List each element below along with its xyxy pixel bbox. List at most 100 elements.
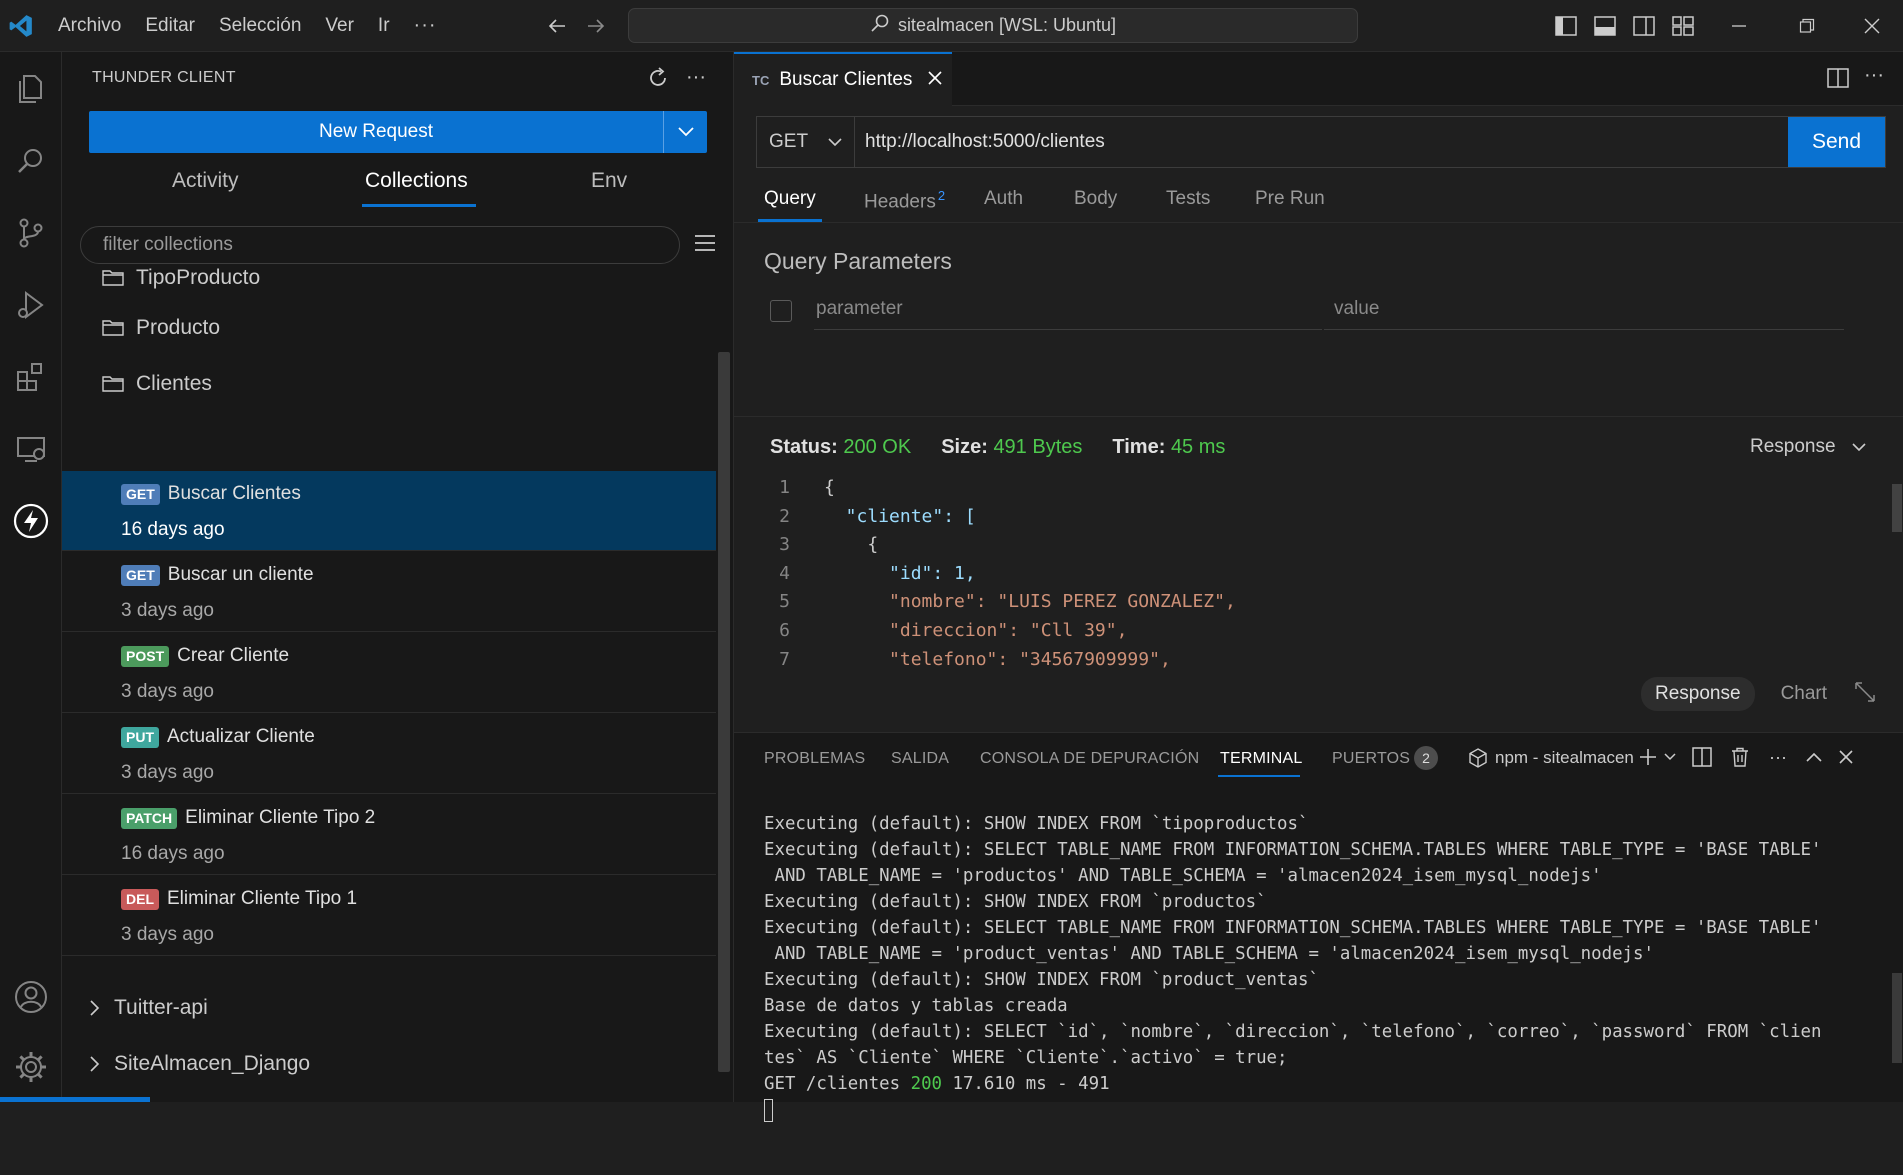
tab-consola-depuracion[interactable]: CONSOLA DE DEPURACIÓN bbox=[980, 750, 1199, 768]
chevron-down-icon[interactable] bbox=[1656, 743, 1684, 771]
response-view-button[interactable]: Response bbox=[1641, 677, 1755, 711]
terminal-output[interactable]: Executing (default): SHOW INDEX FROM `ti… bbox=[764, 785, 1894, 1175]
menu-ir[interactable]: Ir bbox=[366, 0, 402, 52]
terminal-line: Executing (default): SHOW INDEX FROM `pr… bbox=[764, 970, 1319, 990]
terminal-selector[interactable]: npm - sitealmacen bbox=[1469, 748, 1634, 768]
split-editor-icon[interactable] bbox=[1827, 68, 1849, 93]
remote-explorer-icon[interactable] bbox=[6, 424, 56, 474]
tab-salida[interactable]: SALIDA bbox=[891, 750, 949, 768]
request-item[interactable]: POST Crear Cliente 3 days ago bbox=[62, 633, 716, 713]
method-badge: PATCH bbox=[121, 807, 178, 829]
menu-more-button[interactable]: ··· bbox=[402, 14, 449, 37]
tab-body[interactable]: Body bbox=[1074, 188, 1117, 210]
response-dropdown[interactable]: Response bbox=[1750, 436, 1866, 458]
thunder-client-icon[interactable] bbox=[6, 496, 56, 546]
sidebar-more-button[interactable]: ··· bbox=[686, 66, 706, 89]
toggle-panel-icon[interactable] bbox=[1592, 13, 1618, 39]
back-arrow-icon[interactable] bbox=[543, 12, 571, 40]
close-panel-icon[interactable] bbox=[1832, 743, 1860, 771]
folder-label: Producto bbox=[136, 316, 221, 339]
folder-label: Clientes bbox=[136, 372, 212, 395]
collection-sitealmacen-django[interactable]: SiteAlmacen_Django bbox=[90, 1052, 310, 1076]
response-body[interactable]: 1 { 2 "cliente": [ 3 { 4 "id": 1, 5 "nom… bbox=[734, 474, 1894, 704]
tab-terminal[interactable]: TERMINAL bbox=[1220, 750, 1303, 768]
tab-activity[interactable]: Activity bbox=[172, 169, 239, 193]
explorer-icon[interactable] bbox=[6, 64, 56, 114]
request-item[interactable]: GET Buscar un cliente 3 days ago bbox=[62, 552, 716, 632]
search-text: sitealmacen [WSL: Ubuntu] bbox=[897, 15, 1117, 35]
collection-tuitter-api[interactable]: Tuitter-api bbox=[90, 996, 208, 1020]
url-input[interactable]: http://localhost:5000/clientes bbox=[855, 117, 1788, 167]
tab-env[interactable]: Env bbox=[591, 169, 627, 193]
chevron-down-icon[interactable] bbox=[663, 111, 707, 153]
parameter-input[interactable]: parameter bbox=[814, 292, 1322, 330]
tab-tests[interactable]: Tests bbox=[1166, 188, 1210, 210]
send-button[interactable]: Send bbox=[1788, 117, 1885, 167]
close-window-icon[interactable] bbox=[1841, 0, 1903, 52]
chart-view-button[interactable]: Chart bbox=[1769, 677, 1839, 711]
minimize-window-icon[interactable] bbox=[1705, 0, 1773, 52]
panel-more-button[interactable]: ··· bbox=[1764, 743, 1792, 771]
toggle-secondary-sidebar-icon[interactable] bbox=[1631, 13, 1657, 39]
menu-ver[interactable]: Ver bbox=[313, 0, 366, 52]
folder-tipoproducto[interactable]: TipoProducto bbox=[102, 266, 260, 290]
line-number: 4 bbox=[779, 562, 790, 584]
tab-auth[interactable]: Auth bbox=[984, 188, 1023, 210]
request-item[interactable]: PUT Actualizar Cliente 3 days ago bbox=[62, 714, 716, 794]
tab-pre-run[interactable]: Pre Run bbox=[1255, 188, 1325, 210]
request-item[interactable]: GET Buscar Clientes 16 days ago bbox=[62, 471, 716, 551]
folder-producto[interactable]: Producto bbox=[102, 316, 220, 340]
tab-buscar-clientes[interactable]: TC Buscar Clientes bbox=[734, 52, 952, 106]
tab-query[interactable]: Query bbox=[764, 188, 816, 210]
terminal-scrollbar[interactable] bbox=[1892, 973, 1902, 1063]
request-time: 3 days ago bbox=[121, 762, 214, 783]
settings-gear-icon[interactable] bbox=[6, 1042, 56, 1092]
code-line: "telefono": "34567909999", bbox=[824, 648, 1171, 670]
search-icon[interactable] bbox=[6, 136, 56, 186]
maximize-panel-icon[interactable] bbox=[1800, 743, 1828, 771]
sidebar-scrollbar[interactable] bbox=[718, 352, 730, 1072]
extensions-icon[interactable] bbox=[6, 352, 56, 402]
accounts-icon[interactable] bbox=[6, 972, 56, 1022]
forward-arrow-icon[interactable] bbox=[582, 12, 610, 40]
request-name: Buscar Clientes bbox=[167, 483, 301, 504]
command-center-search[interactable]: sitealmacen [WSL: Ubuntu] bbox=[628, 8, 1358, 43]
editor-more-button[interactable]: ··· bbox=[1864, 64, 1884, 87]
menu-archivo[interactable]: Archivo bbox=[46, 0, 133, 52]
restore-window-icon[interactable] bbox=[1773, 0, 1841, 52]
value-input[interactable]: value bbox=[1324, 292, 1844, 330]
tab-collections[interactable]: Collections bbox=[365, 169, 468, 193]
method-select[interactable]: GET bbox=[757, 117, 855, 167]
response-scrollbar[interactable] bbox=[1892, 484, 1902, 532]
source-control-icon[interactable] bbox=[6, 208, 56, 258]
request-item[interactable]: DEL Eliminar Cliente Tipo 1 3 days ago bbox=[62, 876, 716, 956]
tab-headers[interactable]: Headers 2 bbox=[864, 188, 945, 213]
filter-collections-input[interactable]: filter collections bbox=[80, 226, 680, 264]
size-value: 491 Bytes bbox=[993, 436, 1083, 458]
trash-icon[interactable] bbox=[1726, 743, 1754, 771]
toggle-primary-sidebar-icon[interactable] bbox=[1553, 13, 1579, 39]
menu-lines-icon[interactable] bbox=[694, 234, 716, 257]
request-name: Actualizar Cliente bbox=[167, 726, 315, 747]
split-terminal-icon[interactable] bbox=[1688, 743, 1716, 771]
terminal-line: Base de datos y tablas creada bbox=[764, 996, 1068, 1016]
collection-label: Tuitter-api bbox=[114, 996, 208, 1019]
menu-seleccion[interactable]: Selección bbox=[207, 0, 313, 52]
run-debug-icon[interactable] bbox=[6, 280, 56, 330]
refresh-icon[interactable] bbox=[646, 66, 670, 95]
new-request-button[interactable]: New Request bbox=[89, 111, 707, 153]
close-tab-icon[interactable] bbox=[928, 70, 942, 90]
customize-layout-icon[interactable] bbox=[1670, 13, 1696, 39]
tab-problemas[interactable]: PROBLEMAS bbox=[764, 750, 865, 768]
response-status-row: Status: 200 OK Size: 491 Bytes Time: 45 … bbox=[770, 436, 1225, 459]
request-item[interactable]: PATCH Eliminar Cliente Tipo 2 16 days ago bbox=[62, 795, 716, 875]
request-time: 16 days ago bbox=[121, 843, 225, 864]
tab-puertos[interactable]: PUERTOS bbox=[1332, 750, 1410, 768]
terminal-line: AND TABLE_NAME = 'productos' AND TABLE_S… bbox=[764, 866, 1602, 886]
menu-editar[interactable]: Editar bbox=[133, 0, 207, 52]
folder-clientes[interactable]: Clientes bbox=[102, 372, 212, 396]
parameter-checkbox[interactable] bbox=[770, 300, 792, 322]
active-tab-indicator bbox=[362, 204, 476, 207]
new-request-label: New Request bbox=[318, 121, 434, 142]
expand-icon[interactable] bbox=[1853, 680, 1877, 709]
